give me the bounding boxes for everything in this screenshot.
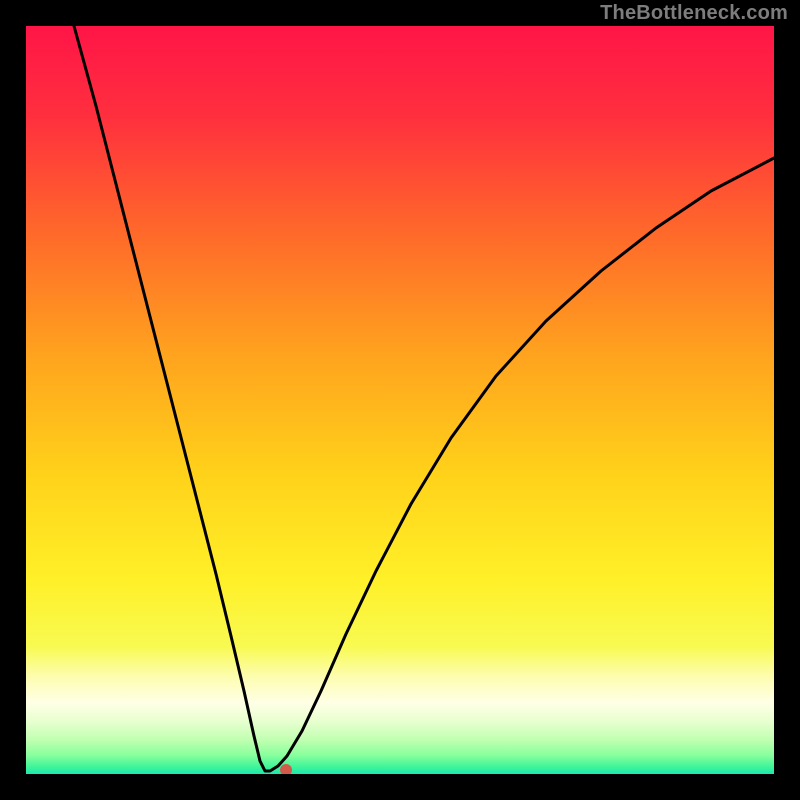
chart-container: TheBottleneck.com <box>0 0 800 800</box>
plot-area <box>26 26 774 774</box>
watermark-text: TheBottleneck.com <box>600 2 788 25</box>
background-gradient <box>26 26 774 774</box>
